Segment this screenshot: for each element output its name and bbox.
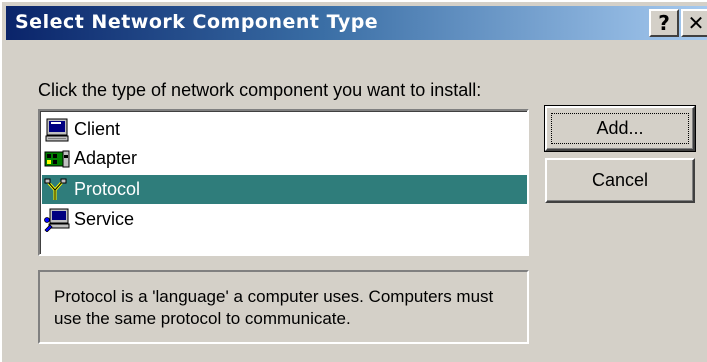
add-button[interactable]: Add... [544,105,696,152]
list-item-label: Service [74,209,135,229]
list-item-label: Protocol [74,179,141,199]
title-bar[interactable]: Select Network Component Type ? ✕ [6,6,707,40]
protocol-icon [44,178,67,200]
instruction-label: Click the type of network component you … [38,80,482,100]
cancel-button-label: Cancel [591,170,649,190]
close-button[interactable]: ✕ [681,9,707,37]
question-mark-icon: ? [658,11,670,35]
help-button[interactable]: ? [649,9,679,37]
select-network-component-dialog: Select Network Component Type ? ✕ Click … [0,0,707,362]
list-item-adapter[interactable]: Adapter [42,144,527,173]
description-box: Protocol is a 'language' a computer uses… [38,270,529,344]
cancel-button[interactable]: Cancel [545,158,695,203]
component-type-list[interactable]: Client Adapter Protocol Service [38,109,529,256]
dialog-title: Select Network Component Type [15,11,379,33]
add-button-label: Add... [551,113,689,144]
close-icon: ✕ [687,11,705,35]
service-icon [44,208,70,232]
description-text: Protocol is a 'language' a computer uses… [54,287,494,328]
list-item-service[interactable]: Service [42,205,527,234]
list-item-protocol[interactable]: Protocol [42,175,527,204]
list-item-client[interactable]: Client [42,115,527,144]
network-adapter-icon [44,150,70,167]
list-item-label: Adapter [74,148,138,168]
client-computer-icon [45,118,69,141]
list-item-label: Client [74,119,121,139]
